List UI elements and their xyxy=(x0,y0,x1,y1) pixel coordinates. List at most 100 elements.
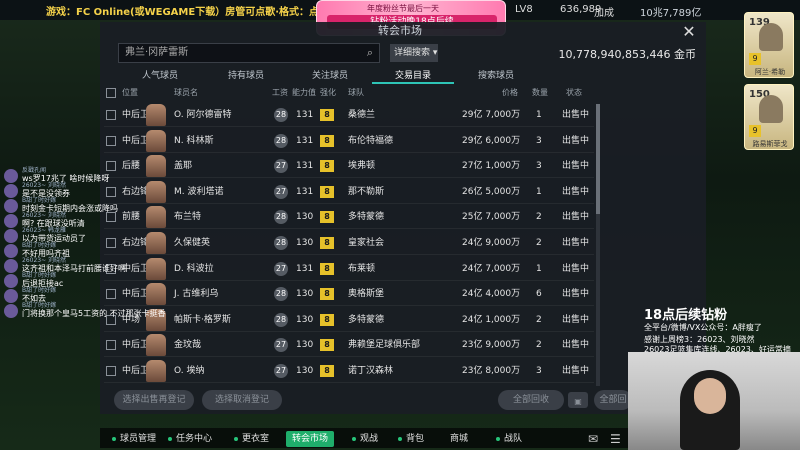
row-checkbox[interactable] xyxy=(106,110,116,120)
nav-bag[interactable]: 背包 xyxy=(398,431,424,447)
row-checkbox[interactable] xyxy=(106,289,116,300)
chat-message: 26023~ 刘晓然 是不是没领券 xyxy=(0,183,100,198)
row-status: 出售中 xyxy=(562,263,590,274)
row-enhance: 8 xyxy=(320,211,334,224)
player-face-icon xyxy=(146,104,166,126)
side-player-card[interactable]: 150 9 路易斯菲戈 xyxy=(744,84,794,150)
player-face-icon xyxy=(146,360,166,382)
danmaku-chat: 反戳孔闻 ws罗17兆了 啥时候降呀 26023~ 刘晓然 是不是没领券 B甜了时好嫁时… xyxy=(0,168,166,318)
row-checkbox[interactable] xyxy=(106,366,116,376)
relist-selected-button[interactable]: 选择出售再登记 xyxy=(114,390,194,410)
nav-task-center[interactable]: 任务中心 xyxy=(168,431,212,447)
cancel-selected-button[interactable]: 选择取消登记 xyxy=(202,390,282,410)
row-team: 那不勒斯 xyxy=(348,186,385,197)
row-checkbox[interactable] xyxy=(106,135,116,146)
player-face-icon xyxy=(146,206,166,229)
chat-avatar-icon xyxy=(4,169,18,183)
row-position: 右边锋 xyxy=(122,186,150,197)
row-player-name: 盖耶 xyxy=(174,161,193,172)
tab-trade-list[interactable]: 交易目录 xyxy=(372,68,454,84)
table-row[interactable]: 右边锋 M. 波利塔诺 27 131 8 那不勒斯 26亿 5,000万 1 出售中 xyxy=(104,180,594,204)
nav-spectate[interactable]: 观战 xyxy=(352,431,378,447)
collect-icon[interactable]: ▣ xyxy=(568,392,588,408)
row-position: 右边锋 xyxy=(122,238,150,248)
chat-text: 门将换那个皇马5工资的 不过那张卡挺香 xyxy=(22,309,166,318)
row-salary: 28 xyxy=(274,133,288,148)
chat-message: 26023~ 刘晓然 这齐祖和本泽马打前腰谁好啊 xyxy=(0,258,126,273)
advanced-search-dropdown[interactable]: 详细搜索 ▾ xyxy=(390,44,438,62)
table-row[interactable]: 后腰 盖耶 27 131 8 埃弗顿 27亿 1,000万 3 出售中 xyxy=(104,154,594,179)
row-team: 布莱顿 xyxy=(348,263,376,274)
chat-message: B甜了时好嫁 门将换那个皇马5工资的 不过那张卡挺香 xyxy=(0,303,166,318)
table-scroll-thumb[interactable] xyxy=(596,104,600,214)
row-position: 中后卫 xyxy=(122,366,150,376)
tab-owned[interactable]: 持有球员 xyxy=(206,68,286,84)
card-level: 9 xyxy=(749,53,761,65)
nav-player-management[interactable]: 球员管理 xyxy=(112,431,156,447)
row-checkbox[interactable] xyxy=(106,340,116,351)
row-price: 27亿 1,000万 xyxy=(462,161,521,172)
row-team: 弗赖堡足球俱乐部 xyxy=(348,340,421,351)
table-row[interactable]: 中后卫 N. 科林斯 28 131 8 布伦特福德 29亿 6,000万 3 出售中 xyxy=(104,129,594,153)
row-qty: 6 xyxy=(536,289,542,300)
nav-team[interactable]: 战队 xyxy=(496,431,522,447)
tab-watchlist[interactable]: 关注球员 xyxy=(290,68,370,84)
level-badge: LV8 xyxy=(515,4,533,15)
chat-avatar-icon xyxy=(4,184,18,198)
collect-all-button[interactable]: 全部回收 xyxy=(498,390,564,410)
player-face-icon xyxy=(146,155,166,178)
chat-message: B甜了时好嫁 不好用吗齐祖 xyxy=(0,243,100,258)
table-row[interactable]: 中后卫 J. 古维利乌 28 130 8 奥格斯堡 24亿 4,000万 6 出售中 xyxy=(104,282,594,307)
table-row[interactable]: 中后卫 O. 阿尔德雷特 28 131 8 桑德兰 29亿 7,000万 1 出售中 xyxy=(104,103,594,127)
card-name: 阿兰·希勒 xyxy=(754,68,786,76)
row-player-name: 久保健英 xyxy=(174,238,211,248)
player-face-icon xyxy=(146,129,166,152)
row-checkbox[interactable] xyxy=(106,161,116,172)
nav-shop[interactable]: 商城 xyxy=(450,431,468,447)
row-qty: 1 xyxy=(536,263,542,274)
table-row[interactable]: 中后卫 金玟哉 27 130 8 弗赖堡足球俱乐部 23亿 9,000万 2 出售中 xyxy=(104,333,594,358)
chat-avatar-icon xyxy=(4,274,18,288)
nav-locker-room[interactable]: 更衣室 xyxy=(234,431,269,447)
row-player-name: 金玟哉 xyxy=(174,340,202,351)
close-icon[interactable]: ✕ xyxy=(681,24,697,40)
chat-avatar-icon xyxy=(4,304,18,318)
row-checkbox[interactable] xyxy=(106,238,116,248)
table-row[interactable]: 前腰 布兰特 28 130 8 多特蒙德 25亿 7,000万 2 出售中 xyxy=(104,205,594,230)
card-name: 路易斯菲戈 xyxy=(752,140,788,148)
table-row[interactable]: 中场 帕斯卡·格罗斯 28 130 8 多特蒙德 24亿 1,000万 2 出售中 xyxy=(104,308,594,332)
col-status: 状态 xyxy=(566,88,582,97)
table-row[interactable]: 中后卫 O. 埃纳 27 130 8 诺丁汉森林 23亿 8,000万 3 出售中 xyxy=(104,359,594,383)
side-player-card[interactable]: 139 9 阿兰·希勒 xyxy=(744,12,794,78)
row-salary: 28 xyxy=(274,287,288,302)
collect-all-button-2[interactable]: 全部回 xyxy=(594,390,632,410)
table-row[interactable]: 中后卫 D. 科波拉 27 131 8 布莱顿 24亿 7,000万 1 出售中 xyxy=(104,257,594,281)
row-status: 出售中 xyxy=(562,135,590,146)
row-enhance: 8 xyxy=(320,160,334,173)
tab-search-players[interactable]: 搜索球员 xyxy=(456,68,536,84)
nav-transfer-market[interactable]: 转会市场 xyxy=(286,431,335,447)
table-row[interactable]: 右边锋 久保健英 28 130 8 皇家社会 24亿 9,000万 2 出售中 xyxy=(104,231,594,255)
chat-message: B甜了时好嫁 不如去 xyxy=(0,288,100,303)
row-salary: 27 xyxy=(274,261,288,276)
row-ability: 131 xyxy=(296,110,314,120)
row-ability: 130 xyxy=(296,289,314,300)
search-icon[interactable]: ⌕ xyxy=(362,44,378,62)
row-checkbox[interactable] xyxy=(106,212,116,223)
chat-avatar-icon xyxy=(4,259,18,273)
row-team: 奥格斯堡 xyxy=(348,289,385,300)
select-all-checkbox[interactable] xyxy=(106,88,116,98)
row-status: 出售中 xyxy=(562,110,590,120)
row-qty: 3 xyxy=(536,135,542,146)
row-checkbox[interactable] xyxy=(106,186,116,197)
chat-avatar-icon xyxy=(4,214,18,228)
row-price: 24亿 9,000万 xyxy=(462,238,521,248)
speed-label: 加成 xyxy=(594,8,614,19)
row-position: 中后卫 xyxy=(122,289,150,300)
search-input[interactable]: 弗兰·冈萨雷斯 xyxy=(118,43,380,63)
row-ability: 131 xyxy=(296,186,314,197)
mail-icon[interactable]: ☰ xyxy=(610,432,621,446)
tab-popular[interactable]: 人气球员 xyxy=(120,68,200,84)
chat-bubble-icon[interactable]: ✉ xyxy=(588,432,598,446)
chat-message: 反戳孔闻 ws罗17兆了 啥时候降呀 xyxy=(0,168,109,183)
